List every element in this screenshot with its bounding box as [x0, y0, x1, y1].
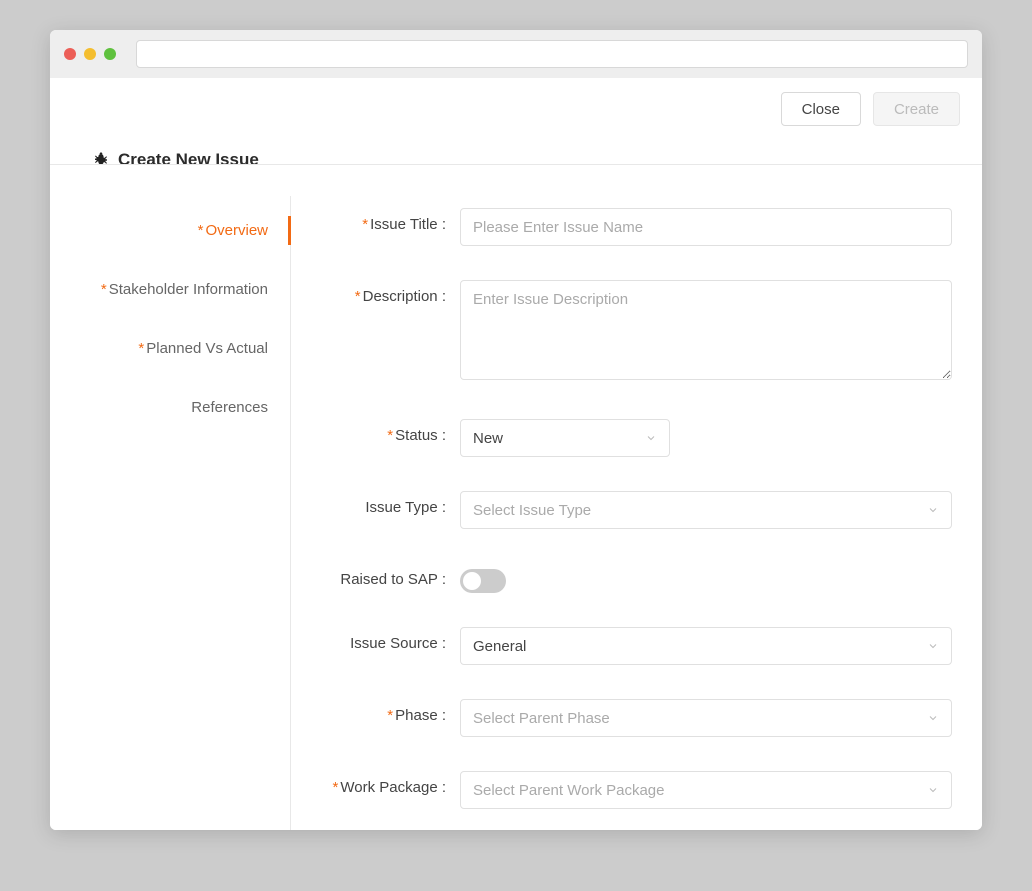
traffic-lights — [64, 48, 116, 60]
bug-icon — [92, 151, 110, 169]
select-value: New — [473, 430, 503, 447]
select-placeholder: Select Issue Type — [473, 502, 591, 519]
required-star-icon: * — [362, 216, 368, 233]
tab-label: Overview — [205, 222, 268, 239]
select-value: General — [473, 638, 526, 655]
row-work-package: *Work Package : Select Parent Work Packa… — [330, 771, 952, 809]
required-star-icon: * — [101, 281, 107, 298]
chevron-down-icon — [927, 712, 939, 724]
label-text: Issue Title : — [370, 216, 446, 233]
side-tabs: *Overview *Stakeholder Information *Plan… — [50, 188, 290, 830]
form-area: *Issue Title : *Description : *Status : — [290, 188, 982, 830]
window-close-icon[interactable] — [64, 48, 76, 60]
row-status: *Status : New — [330, 419, 952, 457]
raised-to-sap-toggle[interactable] — [460, 569, 506, 593]
row-issue-title: *Issue Title : — [330, 208, 952, 246]
required-star-icon: * — [333, 779, 339, 796]
status-select[interactable]: New — [460, 419, 670, 457]
window-minimize-icon[interactable] — [84, 48, 96, 60]
select-placeholder: Select Parent Work Package — [473, 782, 664, 799]
label-text: Issue Source : — [350, 635, 446, 652]
chevron-down-icon — [927, 640, 939, 652]
required-star-icon: * — [387, 427, 393, 444]
tab-label: References — [191, 399, 268, 416]
window-maximize-icon[interactable] — [104, 48, 116, 60]
label-work-package: *Work Package : — [330, 771, 460, 796]
label-issue-type: Issue Type : — [330, 491, 460, 516]
url-bar[interactable] — [136, 40, 968, 68]
label-text: Description : — [363, 288, 446, 305]
app-content: Close Create Create New Issue *Overview … — [50, 78, 982, 830]
label-issue-source: Issue Source : — [330, 627, 460, 652]
work-package-select[interactable]: Select Parent Work Package — [460, 771, 952, 809]
label-text: Raised to SAP : — [340, 571, 446, 588]
close-button[interactable]: Close — [781, 92, 861, 126]
label-issue-title: *Issue Title : — [330, 208, 460, 233]
row-issue-source: Issue Source : General — [330, 627, 952, 665]
required-star-icon: * — [198, 222, 204, 239]
chevron-down-icon — [927, 504, 939, 516]
tab-stakeholder-information[interactable]: *Stakeholder Information — [50, 267, 290, 312]
issue-title-input[interactable] — [460, 208, 952, 246]
required-star-icon: * — [387, 707, 393, 724]
label-text: Phase : — [395, 707, 446, 724]
row-issue-type: Issue Type : Select Issue Type — [330, 491, 952, 529]
row-description: *Description : — [330, 280, 952, 385]
tab-planned-vs-actual[interactable]: *Planned Vs Actual — [50, 326, 290, 371]
label-status: *Status : — [330, 419, 460, 444]
required-star-icon: * — [138, 340, 144, 357]
page-header-divider — [50, 164, 982, 165]
content: *Overview *Stakeholder Information *Plan… — [50, 188, 982, 830]
row-raised-to-sap: Raised to SAP : — [330, 563, 952, 593]
description-textarea[interactable] — [460, 280, 952, 380]
label-text: Status : — [395, 427, 446, 444]
label-text: Issue Type : — [365, 499, 446, 516]
label-description: *Description : — [330, 280, 460, 305]
tab-label: Planned Vs Actual — [146, 340, 268, 357]
chevron-down-icon — [645, 432, 657, 444]
create-button[interactable]: Create — [873, 92, 960, 126]
row-phase: *Phase : Select Parent Phase — [330, 699, 952, 737]
browser-chrome — [50, 30, 982, 78]
tab-overview[interactable]: *Overview — [50, 208, 290, 253]
chevron-down-icon — [927, 784, 939, 796]
tab-label: Stakeholder Information — [109, 281, 268, 298]
issue-type-select[interactable]: Select Issue Type — [460, 491, 952, 529]
label-raised-to-sap: Raised to SAP : — [330, 563, 460, 588]
browser-window: Close Create Create New Issue *Overview … — [50, 30, 982, 830]
page-title-wrap: Create New Issue — [92, 150, 269, 170]
required-star-icon: * — [355, 288, 361, 305]
toggle-knob — [463, 572, 481, 590]
dialog-action-buttons: Close Create — [781, 92, 960, 126]
tab-references[interactable]: References — [50, 385, 290, 430]
label-text: Work Package : — [340, 779, 446, 796]
issue-source-select[interactable]: General — [460, 627, 952, 665]
select-placeholder: Select Parent Phase — [473, 710, 610, 727]
phase-select[interactable]: Select Parent Phase — [460, 699, 952, 737]
label-phase: *Phase : — [330, 699, 460, 724]
page-title: Create New Issue — [118, 150, 259, 170]
